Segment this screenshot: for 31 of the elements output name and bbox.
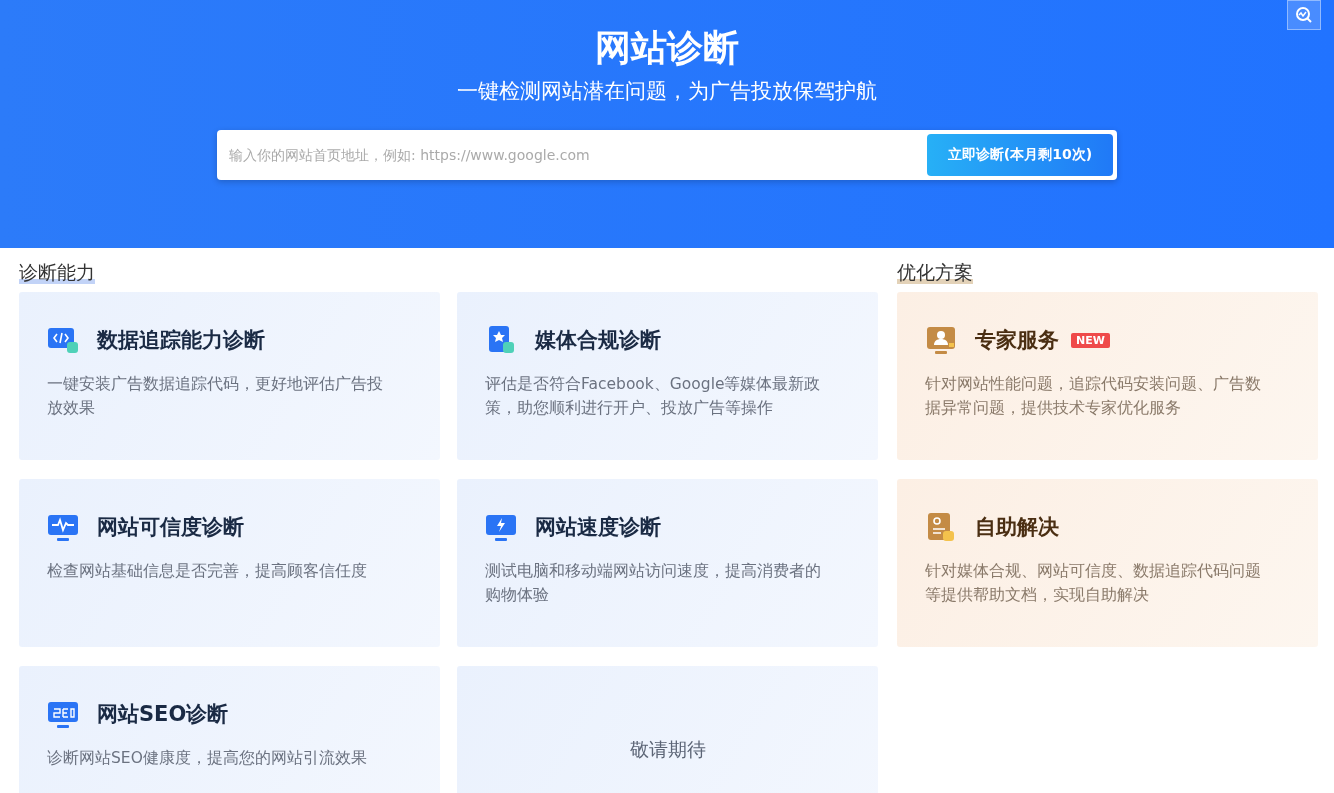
- section-heading: 诊断能力: [19, 260, 95, 284]
- page-subtitle: 一键检测网站潜在问题，为广告投放保驾护航: [457, 78, 877, 105]
- section-heading: 优化方案: [897, 260, 973, 284]
- card-description: 针对媒体合规、网站可信度、数据追踪代码问题等提供帮助文档，实现自助解决: [925, 561, 1262, 606]
- card-title: 数据追踪能力诊断: [97, 327, 265, 354]
- diagnosis-card[interactable]: 网站速度诊断 测试电脑和移动端网站访问速度，提高消费者的购物体验: [457, 479, 878, 647]
- feature-icon: [925, 511, 957, 543]
- card-title: 媒体合规诊断: [535, 327, 661, 354]
- card-description: 一键安装广告数据追踪代码，更好地评估广告投放效果: [47, 374, 384, 419]
- diagnosis-card[interactable]: 网站可信度诊断 检查网站基础信息是否完善，提高顾客信任度: [19, 479, 440, 647]
- card-title: 网站速度诊断: [535, 514, 661, 541]
- card-title: 自助解决: [975, 514, 1059, 541]
- solution-card[interactable]: 自助解决 针对媒体合规、网站可信度、数据追踪代码问题等提供帮助文档，实现自助解决: [897, 479, 1318, 647]
- card-description: 评估是否符合Facebook、Google等媒体最新政策，助您顺利进行开户、投放广告等操作: [485, 374, 822, 419]
- coming-soon-text: 敬请期待: [629, 737, 706, 762]
- card-description: 测试电脑和移动端网站访问速度，提高消费者的购物体验: [485, 561, 822, 606]
- solution-card[interactable]: 专家服务 NEW 针对网站性能问题，追踪代码安装问题、广告数据异常问题，提供技术专家优化服务: [897, 292, 1318, 460]
- diagnosis-card[interactable]: 媒体合规诊断 评估是否符合Facebook、Google等媒体最新政策，助您顺利进行开户、投放广告等操作: [457, 292, 878, 460]
- diagnosis-card[interactable]: 网站SEO诊断 诊断网站SEO健康度，提高您的网站引流效果: [19, 666, 440, 793]
- chart-icon-button[interactable]: [1287, 0, 1321, 30]
- card-title: 专家服务: [975, 327, 1059, 354]
- card-description: 诊断网站SEO健康度，提高您的网站引流效果: [47, 748, 368, 769]
- new-badge: NEW: [1071, 332, 1110, 348]
- diagnosis-card[interactable]: 数据追踪能力诊断 一键安装广告数据追踪代码，更好地评估广告投放效果: [19, 292, 440, 460]
- card-description: 针对网站性能问题，追踪代码安装问题、广告数据异常问题，提供技术专家优化服务: [925, 374, 1262, 419]
- card-description: 检查网站基础信息是否完善，提高顾客信任度: [47, 561, 368, 582]
- card-title: 网站SEO诊断: [97, 701, 229, 728]
- feature-icon: [925, 324, 957, 356]
- page-title: 网站诊断: [595, 26, 739, 70]
- chart-search-icon: [1295, 6, 1313, 24]
- card-title: 网站可信度诊断: [97, 514, 244, 541]
